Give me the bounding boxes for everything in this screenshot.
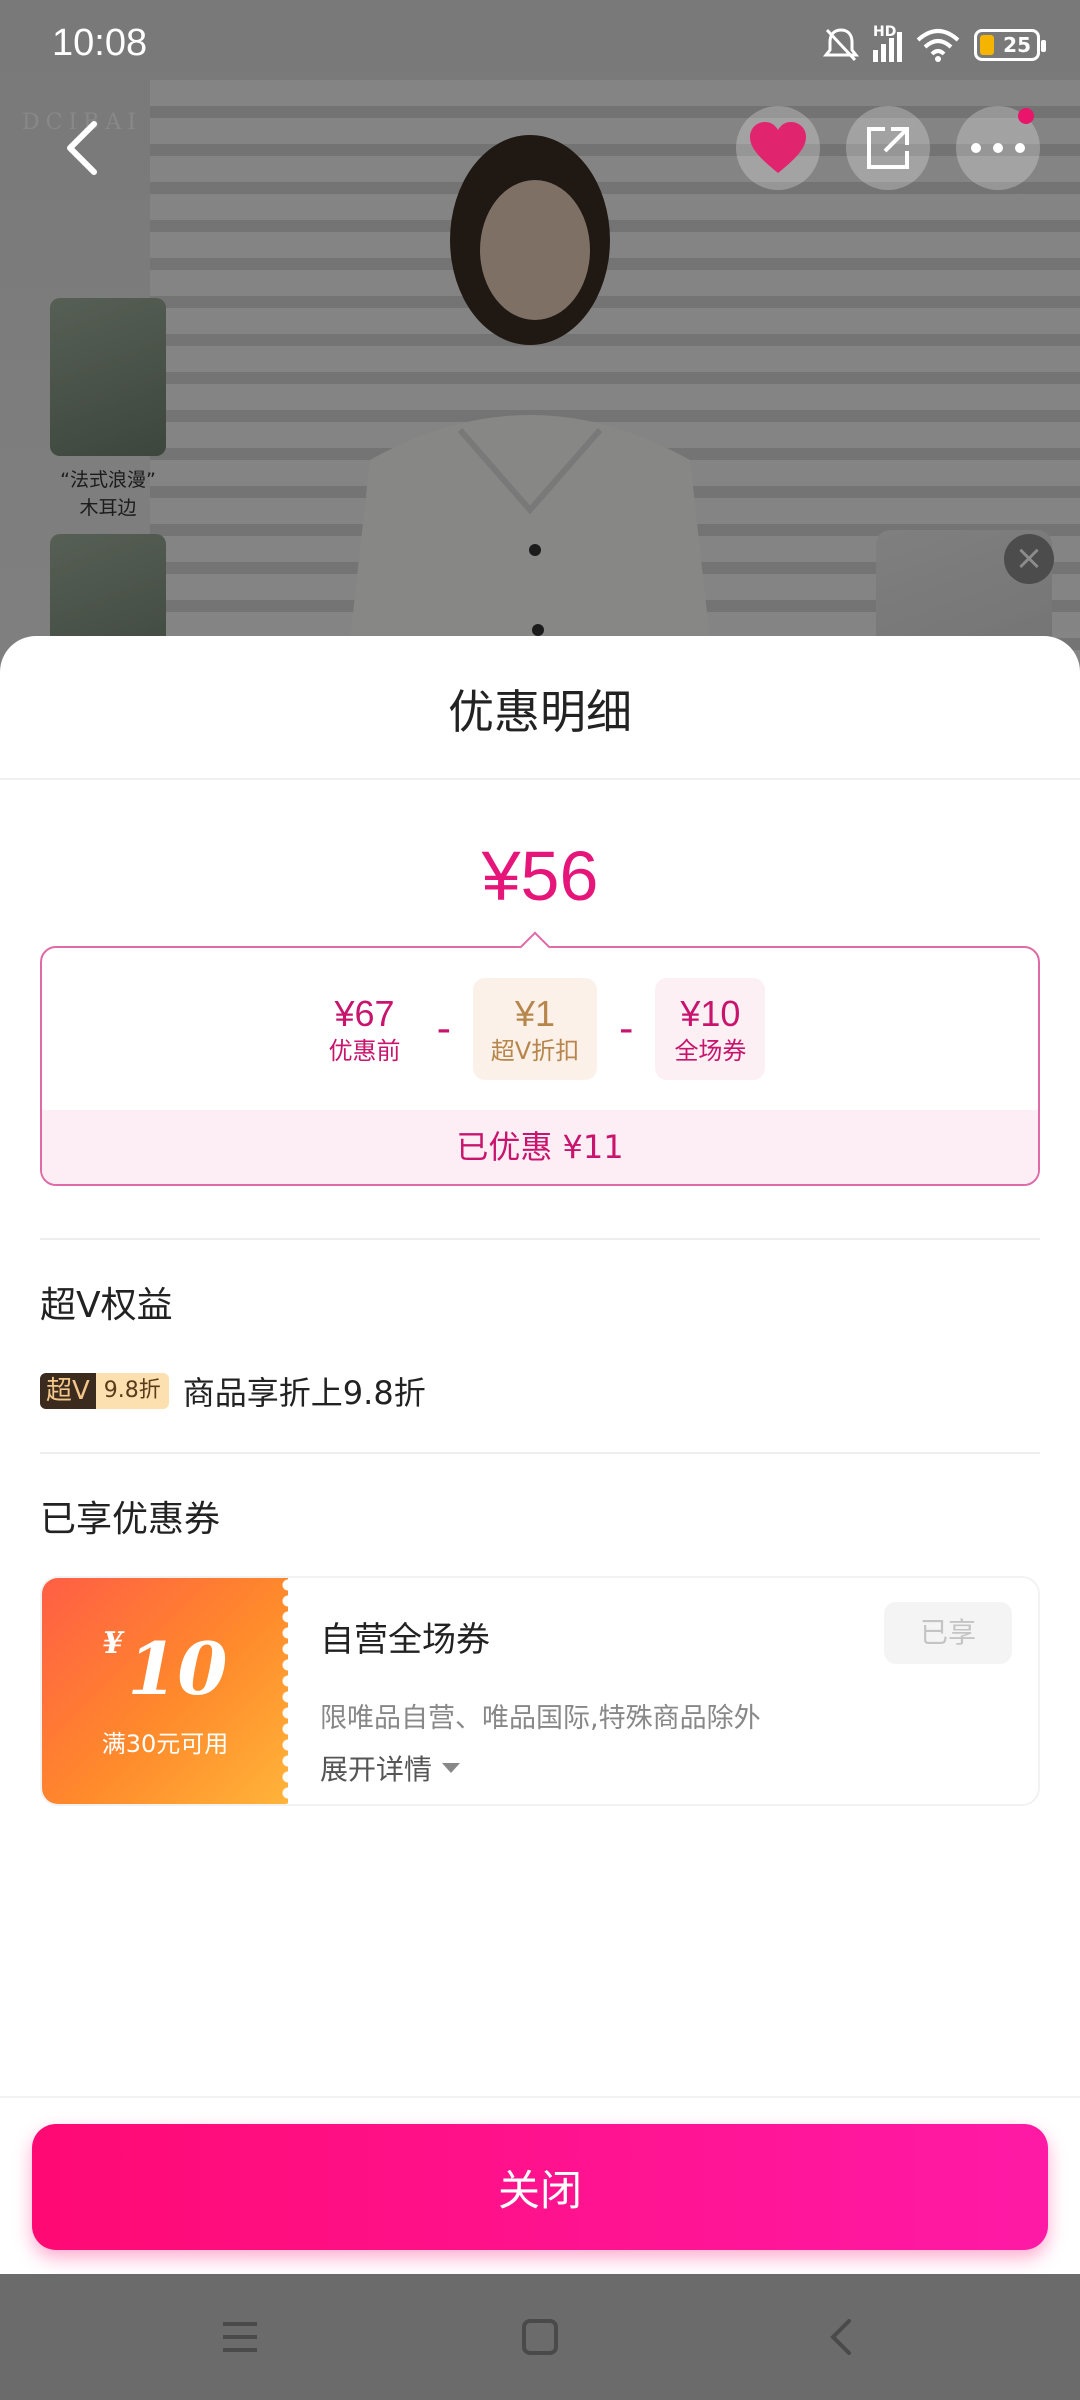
supervip-benefit-text: 商品享折上9.8折 bbox=[182, 1374, 426, 1412]
divider bbox=[0, 778, 1080, 780]
minus-sign: - bbox=[436, 1006, 451, 1052]
back-button[interactable] bbox=[40, 106, 124, 190]
nav-menu-button[interactable] bbox=[205, 2302, 275, 2372]
expand-details-label: 展开详情 bbox=[320, 1753, 433, 1786]
total-saved: 已优惠 ¥11 bbox=[42, 1110, 1038, 1184]
battery-icon: 25 bbox=[974, 29, 1046, 61]
final-price: ¥56 bbox=[481, 837, 599, 915]
menu-icon bbox=[223, 2322, 257, 2352]
heart-icon bbox=[750, 122, 806, 173]
bell-off-icon bbox=[823, 28, 859, 62]
coupon-condition: 满30元可用 bbox=[101, 1730, 229, 1758]
status-time: 10:08 bbox=[52, 22, 148, 64]
wifi-icon bbox=[916, 29, 960, 62]
supervip-discount-item: ¥1 超V折扣 bbox=[473, 978, 597, 1080]
supervip-section-title: 超V权益 bbox=[40, 1285, 173, 1326]
nav-home-button[interactable] bbox=[505, 2302, 575, 2372]
discount-detail-sheet: 优惠明细 ¥56 ¥67 优惠前 - ¥1 超V折扣 - ¥10 全场券 已优惠… bbox=[0, 636, 1080, 2274]
price-breakdown: ¥67 优惠前 - ¥1 超V折扣 - ¥10 全场券 已优惠 ¥11 bbox=[40, 946, 1040, 1186]
supervip-benefit: 超V 9.8折 商品享折上9.8折 bbox=[40, 1368, 426, 1414]
more-icon bbox=[971, 143, 1025, 153]
sheet-title: 优惠明细 bbox=[448, 686, 632, 738]
coupon-section-title: 已享优惠券 bbox=[40, 1499, 221, 1540]
supervip-badge: 超V 9.8折 bbox=[40, 1373, 169, 1409]
original-price-item: ¥67 优惠前 bbox=[328, 993, 401, 1065]
price-breakdown-row: ¥67 优惠前 - ¥1 超V折扣 - ¥10 全场券 bbox=[42, 978, 1038, 1080]
coupon-description: 限唯品自营、唯品国际,特殊商品除外 bbox=[320, 1703, 761, 1734]
coupon-amount: ¥10 bbox=[102, 1626, 228, 1711]
status-icons: HD 25 bbox=[823, 24, 1046, 64]
coupon-status-button[interactable]: 已享 bbox=[884, 1602, 1012, 1664]
system-nav-bar bbox=[0, 2274, 1080, 2400]
close-button[interactable]: 关闭 bbox=[32, 2124, 1048, 2250]
divider bbox=[40, 1238, 1040, 1240]
more-button[interactable] bbox=[956, 106, 1040, 190]
chevron-left-icon bbox=[67, 121, 97, 175]
notification-dot bbox=[1018, 108, 1034, 124]
share-icon bbox=[867, 127, 909, 169]
coupon-card: ¥10 满30元可用 自营全场券 已享 限唯品自营、唯品国际,特殊商品除外 展开… bbox=[40, 1576, 1040, 1806]
minus-sign: - bbox=[619, 1006, 634, 1052]
expand-details-button[interactable]: 展开详情 bbox=[320, 1748, 461, 1788]
back-icon bbox=[830, 2319, 851, 2355]
caret-down-icon bbox=[442, 1763, 461, 1773]
favorite-button[interactable] bbox=[736, 106, 820, 190]
share-button[interactable] bbox=[846, 106, 930, 190]
coupon-value-panel: ¥10 满30元可用 bbox=[42, 1578, 295, 1804]
nav-back-button[interactable] bbox=[805, 2302, 875, 2372]
coupon-discount-item: ¥10 全场券 bbox=[655, 978, 766, 1080]
coupon-name: 自营全场券 bbox=[320, 1620, 490, 1660]
status-bar: 10:08 HD 25 bbox=[0, 0, 1080, 90]
signal-icon: HD bbox=[873, 24, 902, 62]
divider bbox=[0, 2096, 1080, 2098]
divider bbox=[40, 1452, 1040, 1454]
home-icon bbox=[522, 2319, 558, 2355]
